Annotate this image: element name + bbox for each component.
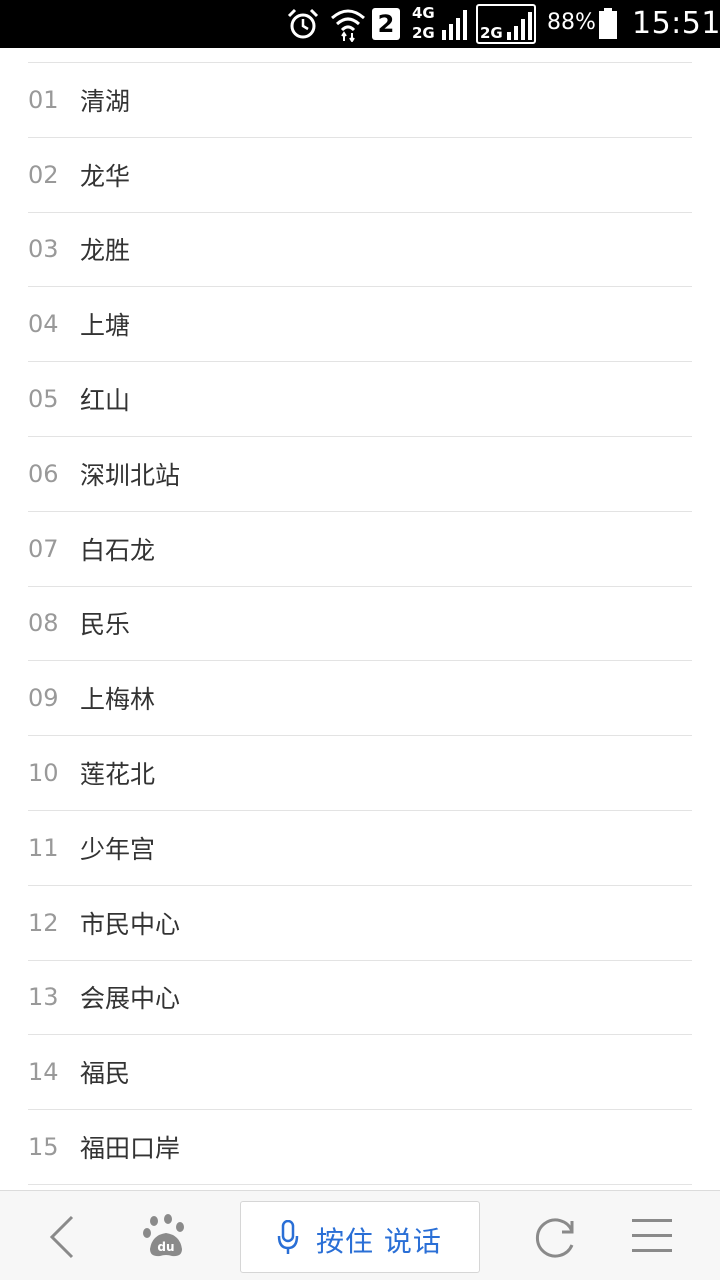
- list-item[interactable]: 15 福田口岸: [28, 1110, 692, 1185]
- station-name: 深圳北站: [80, 460, 181, 490]
- svg-text:du: du: [157, 1240, 174, 1254]
- wifi-icon: [331, 9, 365, 42]
- station-number: 11: [28, 833, 59, 862]
- station-name: 福民: [80, 1059, 131, 1089]
- alarm-icon: [287, 8, 319, 39]
- list-item[interactable]: 14 福民: [28, 1035, 692, 1111]
- station-number: 03: [28, 235, 59, 264]
- sim-slot-badge: 2: [372, 8, 400, 40]
- refresh-icon[interactable]: [532, 1215, 578, 1259]
- network-type-top: 4G: [412, 4, 435, 22]
- station-name: 少年宫: [80, 834, 156, 864]
- baidu-paw-icon[interactable]: du: [142, 1213, 190, 1259]
- list-item[interactable]: 02 龙华: [28, 138, 692, 213]
- network-type-bottom: 2G: [412, 24, 435, 42]
- network-type-second: 2G: [480, 24, 503, 42]
- station-number: 05: [28, 385, 59, 414]
- station-name: 民乐: [80, 610, 131, 640]
- signal-icon: [507, 12, 532, 40]
- station-name: 莲花北: [80, 760, 156, 790]
- station-name: 清湖: [80, 86, 131, 116]
- voice-input-button[interactable]: 按住 说话: [240, 1201, 480, 1273]
- list-item[interactable]: 11 少年宫: [28, 811, 692, 886]
- list-item[interactable]: 07 白石龙: [28, 512, 692, 587]
- battery-icon: [599, 8, 617, 39]
- station-name: 龙胜: [80, 236, 131, 266]
- station-number: 09: [28, 684, 59, 713]
- list-item[interactable]: 12 市民中心: [28, 886, 692, 961]
- station-name: 上梅林: [80, 685, 156, 715]
- station-number: 08: [28, 609, 59, 638]
- list-item[interactable]: 05 红山: [28, 362, 692, 437]
- station-number: 12: [28, 908, 59, 937]
- signal-icon: [442, 10, 467, 40]
- battery-percent: 88%: [547, 10, 596, 35]
- station-number: 06: [28, 459, 59, 488]
- station-number: 13: [28, 983, 59, 1012]
- menu-icon[interactable]: [632, 1217, 674, 1255]
- status-bar: 2 4G 2G 2G 88% 15:51: [0, 0, 720, 48]
- voice-button-label: 按住 说话: [316, 1225, 442, 1258]
- bottom-toolbar: du 按住 说话: [0, 1190, 720, 1280]
- station-number: 04: [28, 310, 59, 339]
- station-number: 02: [28, 160, 59, 189]
- list-item[interactable]: 03 龙胜: [28, 213, 692, 288]
- station-number: 07: [28, 534, 59, 563]
- station-number: 01: [28, 85, 59, 114]
- station-name: 红山: [80, 386, 131, 416]
- list-item[interactable]: 13 会展中心: [28, 961, 692, 1036]
- station-number: 14: [28, 1058, 59, 1087]
- list-item[interactable]: 01 清湖: [28, 63, 692, 138]
- station-number: 10: [28, 759, 59, 788]
- list-item[interactable]: 08 民乐: [28, 587, 692, 662]
- station-name: 市民中心: [80, 909, 181, 939]
- microphone-icon: [277, 1220, 299, 1254]
- station-name: 福田口岸: [80, 1134, 181, 1164]
- station-name: 上塘: [80, 311, 131, 341]
- list-item[interactable]: 10 莲花北: [28, 736, 692, 811]
- station-list: 01 清湖 02 龙华 03 龙胜 04 上塘 05 红山 06 深圳北站 07…: [28, 62, 692, 1185]
- second-sim-signal: 2G: [476, 4, 536, 44]
- station-name: 白石龙: [80, 535, 156, 565]
- list-item[interactable]: 06 深圳北站: [28, 437, 692, 512]
- list-item[interactable]: 09 上梅林: [28, 661, 692, 737]
- clock: 15:51: [632, 6, 720, 41]
- back-icon[interactable]: [44, 1215, 80, 1259]
- station-name: 龙华: [80, 161, 131, 191]
- list-item[interactable]: 04 上塘: [28, 287, 692, 363]
- station-name: 会展中心: [80, 984, 181, 1014]
- station-number: 15: [28, 1133, 59, 1162]
